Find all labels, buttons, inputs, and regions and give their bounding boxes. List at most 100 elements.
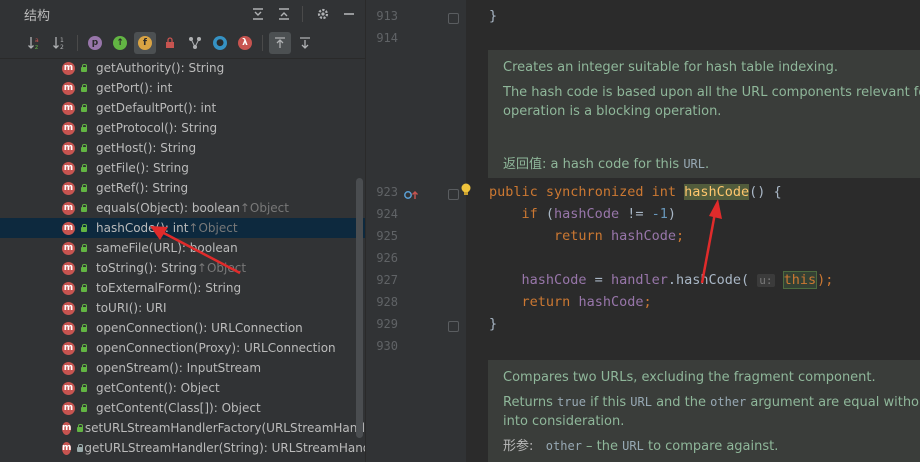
sort-alpha-icon[interactable]: az [24,32,46,54]
line-number: 930 [376,339,398,353]
structure-item[interactable]: m openConnection(): URLConnection [0,318,365,338]
show-inherited-icon[interactable]: ↑ [109,32,131,54]
structure-item-label: openConnection(Proxy): URLConnection [96,341,336,355]
public-lock-icon [80,204,88,212]
show-non-public-icon[interactable] [159,32,181,54]
line-number: 925 [376,229,398,243]
lightbulb-icon[interactable] [460,183,472,197]
show-anonymous-icon[interactable] [184,32,206,54]
structure-item-label: getURLStreamHandler(String): URLStreamHa… [84,441,366,455]
method-icon: m [62,101,75,115]
structure-item[interactable]: m openStream(): InputStream [0,358,365,378]
structure-item-label: getHost(): String [96,141,197,155]
structure-item[interactable]: m toURI(): URI [0,298,365,318]
line-number: 924 [376,207,398,221]
public-lock-icon [80,64,88,72]
structure-item-label: getAuthority(): String [96,61,225,75]
structure-item-label: getFile(): String [96,161,189,175]
code-line-929: } [489,316,497,332]
structure-item[interactable]: m hashCode(): int ↑Object [0,218,365,238]
collapse-all-icon[interactable] [274,4,294,24]
structure-header: 结构 [0,0,365,28]
method-icon: m [62,81,75,95]
field-ref: hashCode [521,272,587,288]
line-number: 923 [376,185,398,199]
structure-item[interactable]: m getProtocol(): String [0,118,365,138]
property-badge: p [88,36,102,50]
sort-visibility-icon[interactable]: 12 [49,32,71,54]
structure-item-label: sameFile(URL): boolean [96,241,238,255]
inherited-badge: ↑ [113,36,127,50]
structure-item-label: toString(): String [96,261,197,275]
method-icon: m [62,161,75,175]
structure-item[interactable]: m toString(): String ↑Object [0,258,365,278]
svg-text:z: z [35,44,38,51]
structure-item[interactable]: m getHost(): String [0,138,365,158]
structure-item-label: getContent(Class[]): Object [96,401,261,415]
structure-item[interactable]: m getPort(): int [0,78,365,98]
line-number: 929 [376,317,398,331]
structure-item-label: getRef(): String [96,181,189,195]
svg-text:1: 1 [60,37,64,44]
structure-item-label: toExternalForm(): String [96,281,242,295]
structure-item-label: openConnection(): URLConnection [96,321,303,335]
override-label: ↑Object [188,221,238,235]
code-line-928: return hashCode; [489,294,652,310]
toolbar-separator-2 [262,35,263,51]
structure-scrollbar[interactable] [356,178,363,438]
gear-icon[interactable] [313,4,333,24]
structure-item[interactable]: m setURLStreamHandlerFactory(URLStreamHan… [0,418,365,438]
fold-marker-icon[interactable] [448,189,459,200]
code-line-924: if (hashCode != -1) [489,206,676,222]
minimize-icon[interactable] [339,4,359,24]
header-separator [302,6,303,22]
doc-text: – the [581,439,623,454]
public-lock-icon [80,364,88,372]
code-text: != [619,206,652,222]
method-icon: m [62,181,75,195]
override-marker-icon[interactable] [404,186,420,205]
keyword: this [782,271,818,289]
expand-all-icon[interactable] [248,4,268,24]
field-ref: hashCode [578,294,644,310]
code-text: } [489,8,498,24]
structure-item[interactable]: m toExternalForm(): String [0,278,365,298]
doc-text: Returns [503,395,558,410]
lambda-icon[interactable]: λ [234,32,256,54]
structure-item[interactable]: m openConnection(Proxy): URLConnection [0,338,365,358]
method-icon: m [62,241,75,255]
fold-marker-icon[interactable] [448,13,459,24]
doc-code: other [710,395,747,409]
structure-item[interactable]: m getContent(): Object [0,378,365,398]
line-number: 913 [376,9,398,23]
structure-item[interactable]: m equals(Object): boolean ↑Object [0,198,365,218]
autoscroll-from-source-icon[interactable] [294,32,316,54]
method-name[interactable]: hashCode [684,184,750,200]
code-line-927: hashCode = handler.hashCode( u: this); [489,271,834,289]
structure-item[interactable]: m sameFile(URL): boolean [0,238,365,258]
structure-item[interactable]: m getURLStreamHandler(String): URLStreamH… [0,438,365,458]
code-text: ); [817,272,834,288]
doc-param: 形参: other – the URL to compare against. [503,437,920,456]
structure-item[interactable]: m getDefaultPort(): int [0,98,365,118]
structure-item[interactable]: m getContent(Class[]): Object [0,398,365,418]
doc-return-text: a hash code for this [550,157,684,172]
structure-item[interactable]: m getFile(): String [0,158,365,178]
structure-item-label: equals(Object): boolean [96,201,240,215]
public-lock-icon [80,144,88,152]
keyword: return [554,228,603,244]
code-editor[interactable]: 913 914 923 924 925 926 927 928 929 930 … [366,0,920,462]
structure-item[interactable]: m getRef(): String [0,178,365,198]
show-properties-icon[interactable]: p [84,32,106,54]
autoscroll-to-source-icon[interactable] [269,32,291,54]
structure-item[interactable]: m getAuthority(): String [0,58,365,78]
fold-marker-icon[interactable] [448,321,459,332]
show-lambdas-icon[interactable]: ● [209,32,231,54]
structure-item-label: getProtocol(): String [96,121,218,135]
method-icon: m [62,61,75,75]
show-fields-icon[interactable]: f [134,32,156,54]
override-label: ↑Object [196,261,247,275]
keyword: return [521,294,571,310]
doc-return-label: 返回值: [503,157,551,172]
doc-code: URL [622,439,644,453]
